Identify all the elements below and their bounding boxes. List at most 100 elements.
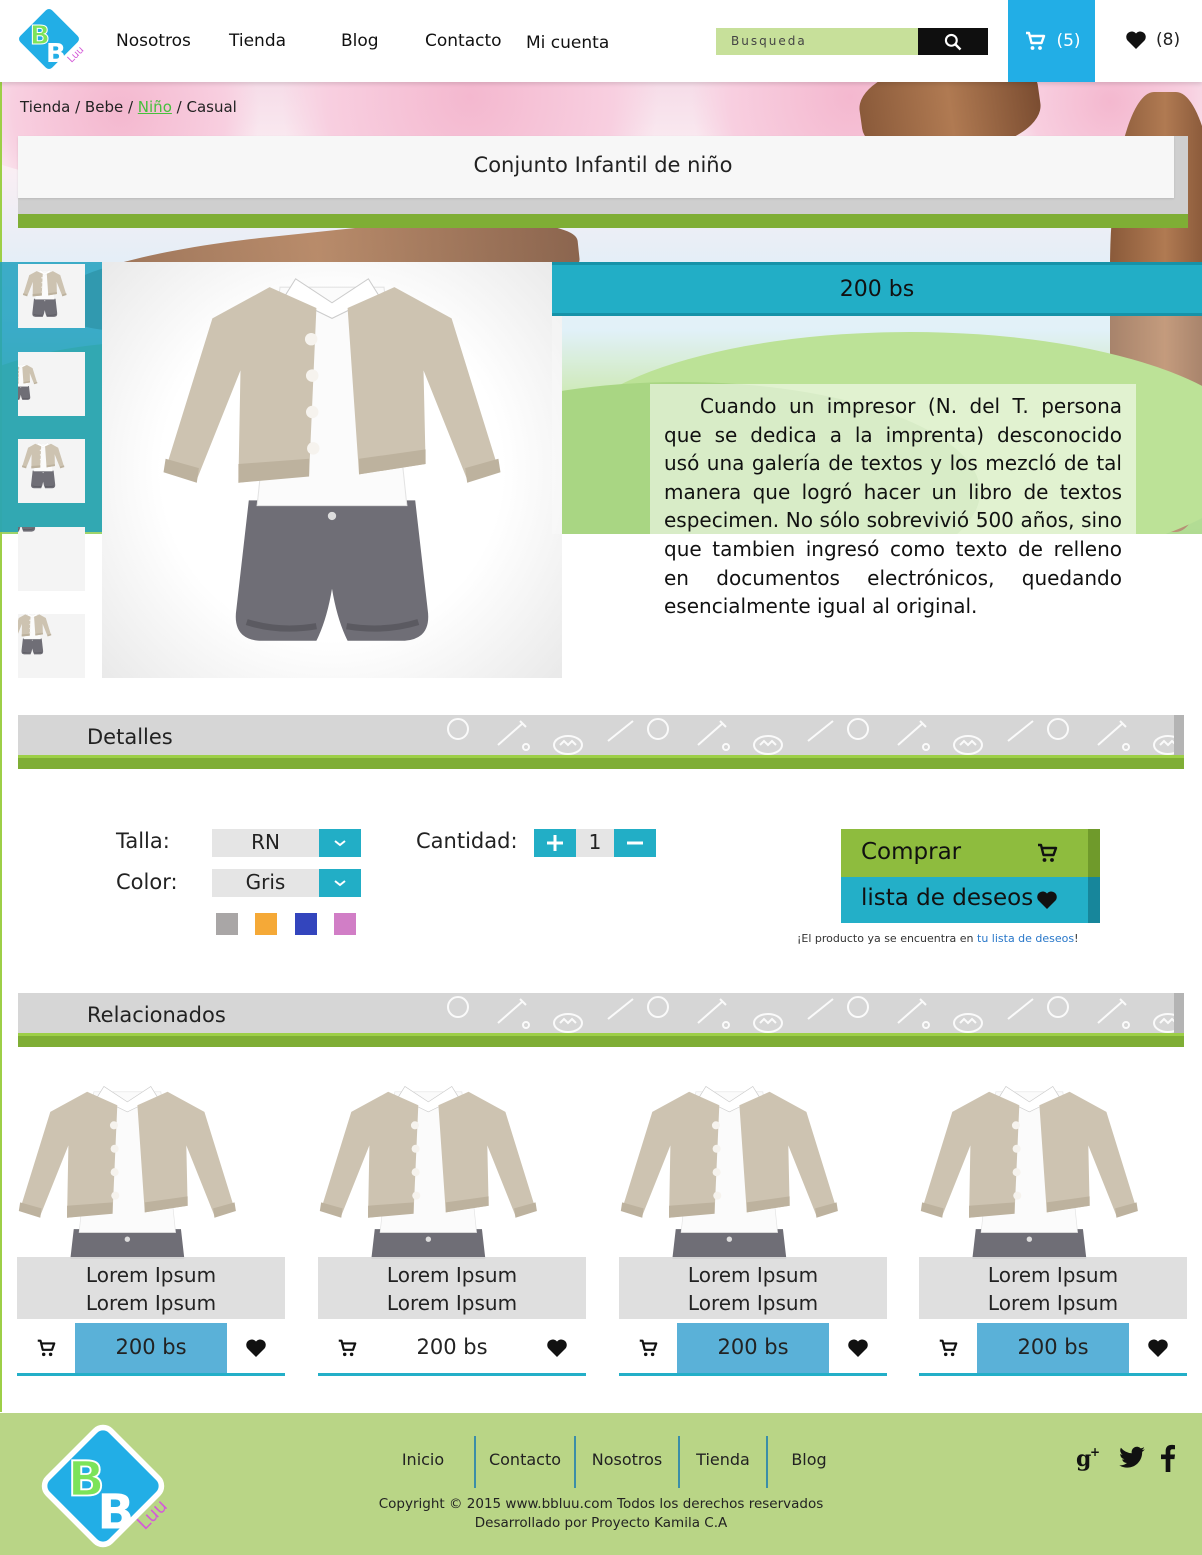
heart-icon	[1146, 1336, 1170, 1360]
wishlist-link[interactable]: tu lista de deseos	[977, 932, 1074, 945]
wishlist-label: lista de deseos	[861, 885, 1034, 911]
search-icon	[944, 33, 962, 50]
color-value: Gris	[245, 870, 286, 894]
product-description: Cuando un impresor (N. del T. persona qu…	[650, 384, 1136, 629]
quantity-value[interactable]: 1	[576, 830, 614, 854]
related-title: Relacionados	[87, 1003, 226, 1027]
related-add-to-cart-button[interactable]	[919, 1323, 977, 1373]
product-title-bar: Conjunto Infantil de niño	[18, 136, 1188, 228]
details-section-header: Detalles	[18, 715, 1184, 771]
footer-link-contacto[interactable]: Contacto	[476, 1436, 574, 1488]
related-product-image[interactable]	[619, 1065, 887, 1259]
related-product-card[interactable]: Lorem Ipsum Lorem Ipsum 200 bs	[17, 1065, 285, 1377]
related-add-to-cart-button[interactable]	[318, 1323, 376, 1373]
google-plus-icon[interactable]: g+	[1076, 1444, 1104, 1472]
related-product-subtitle: Lorem Ipsum	[85, 1291, 217, 1315]
thumbnail-3[interactable]	[18, 439, 85, 503]
quantity-increase-button[interactable]	[534, 829, 576, 857]
minus-icon	[627, 841, 643, 845]
product-title: Conjunto Infantil de niño	[473, 153, 733, 177]
related-product-price: 200 bs	[977, 1323, 1129, 1373]
related-product-image[interactable]	[318, 1065, 586, 1259]
color-label: Color:	[116, 870, 178, 894]
svg-text:+: +	[1090, 1445, 1100, 1459]
footer-link-inicio[interactable]: Inicio	[372, 1436, 474, 1488]
related-product-name: Lorem Ipsum	[85, 1263, 217, 1287]
related-product-subtitle: Lorem Ipsum	[687, 1291, 819, 1315]
size-dropdown-button[interactable]	[319, 829, 361, 857]
chevron-down-icon	[334, 880, 346, 887]
color-swatch-gray[interactable]	[216, 913, 238, 935]
nav-blog[interactable]: Blog	[341, 31, 379, 51]
search-button[interactable]	[918, 28, 988, 55]
related-section-header: Relacionados	[18, 993, 1184, 1049]
svg-text:B: B	[46, 39, 66, 69]
heart-icon	[244, 1336, 268, 1360]
copyright-text: Copyright © 2015 www.bbluu.com Todos los…	[378, 1496, 824, 1512]
footer-link-tienda[interactable]: Tienda	[680, 1436, 766, 1488]
thumbnail-2[interactable]	[18, 352, 85, 416]
size-value: RN	[251, 830, 280, 854]
cart-icon	[335, 1337, 359, 1359]
breadcrumb-casual[interactable]: Casual	[186, 98, 236, 116]
wishlist-count: (8)	[1156, 30, 1181, 50]
search-placeholder: Busqueda	[731, 34, 807, 48]
svg-text:B: B	[97, 1485, 134, 1541]
bbluu-logo[interactable]: B B Luu	[14, 4, 84, 74]
nav-mi-cuenta[interactable]: Mi cuenta	[526, 33, 609, 53]
color-select[interactable]: Gris	[212, 869, 361, 897]
related-add-to-wishlist-button[interactable]	[227, 1323, 285, 1373]
related-product-card[interactable]: Lorem Ipsum Lorem Ipsum 200 bs	[318, 1065, 586, 1377]
nav-tienda[interactable]: Tienda	[229, 31, 286, 51]
search-input[interactable]: Busqueda	[716, 28, 988, 55]
related-add-to-wishlist-button[interactable]	[528, 1323, 586, 1373]
related-product-card[interactable]: Lorem Ipsum Lorem Ipsum 200 bs	[619, 1065, 887, 1377]
color-dropdown-button[interactable]	[319, 869, 361, 897]
related-add-to-cart-button[interactable]	[17, 1323, 75, 1373]
twitter-icon[interactable]	[1118, 1446, 1146, 1470]
related-add-to-wishlist-button[interactable]	[1129, 1323, 1187, 1373]
price-bar: 200 bs	[552, 262, 1202, 316]
related-product-image[interactable]	[17, 1065, 285, 1259]
bbluu-footer-logo[interactable]: B B Luu	[36, 1421, 170, 1551]
social-links: g +	[1076, 1444, 1176, 1472]
footer-link-nosotros[interactable]: Nosotros	[576, 1436, 678, 1488]
footer-nav: Inicio Contacto Nosotros Tienda Blog	[372, 1436, 850, 1488]
breadcrumb-tienda[interactable]: Tienda	[20, 98, 70, 116]
related-product-price: 200 bs	[75, 1323, 227, 1373]
nav-nosotros[interactable]: Nosotros	[116, 31, 191, 51]
related-add-to-cart-button[interactable]	[619, 1323, 677, 1373]
product-price: 200 bs	[839, 277, 915, 302]
chevron-down-icon	[334, 840, 346, 847]
footer-link-blog[interactable]: Blog	[768, 1436, 850, 1488]
nav-contacto[interactable]: Contacto	[425, 31, 502, 51]
product-main-image[interactable]	[102, 262, 562, 678]
wishlist-note: ¡El producto ya se encuentra en tu lista…	[797, 932, 1079, 945]
thumbnail-4[interactable]	[18, 527, 85, 591]
breadcrumb-nino[interactable]: Niño	[138, 98, 172, 116]
color-swatch-pink[interactable]	[334, 913, 356, 935]
details-title: Detalles	[87, 725, 173, 749]
add-to-wishlist-button[interactable]: lista de deseos	[841, 877, 1100, 923]
cart-button[interactable]: (5)	[1008, 0, 1095, 82]
facebook-icon[interactable]	[1160, 1444, 1176, 1472]
thumbnail-5[interactable]	[18, 614, 85, 678]
breadcrumb-bebe[interactable]: Bebe	[85, 98, 123, 116]
size-select[interactable]: RN	[212, 829, 361, 857]
color-swatch-blue[interactable]	[295, 913, 317, 935]
quantity-stepper: 1	[534, 829, 656, 857]
heart-icon	[846, 1336, 870, 1360]
related-product-name: Lorem Ipsum	[687, 1263, 819, 1287]
related-product-card[interactable]: Lorem Ipsum Lorem Ipsum 200 bs	[919, 1065, 1187, 1377]
buy-button[interactable]: Comprar	[841, 829, 1100, 877]
buy-label: Comprar	[861, 839, 962, 865]
plus-icon	[547, 835, 563, 851]
quantity-decrease-button[interactable]	[614, 829, 656, 857]
thumbnail-1[interactable]	[18, 264, 85, 328]
color-swatch-orange[interactable]	[255, 913, 277, 935]
wishlist-button[interactable]: (8)	[1124, 28, 1180, 52]
developer-credit: Desarrollado por Proyecto Kamila C.A	[474, 1515, 728, 1531]
related-product-image[interactable]	[919, 1065, 1187, 1259]
related-add-to-wishlist-button[interactable]	[829, 1323, 887, 1373]
related-product-price: 200 bs	[416, 1335, 488, 1359]
